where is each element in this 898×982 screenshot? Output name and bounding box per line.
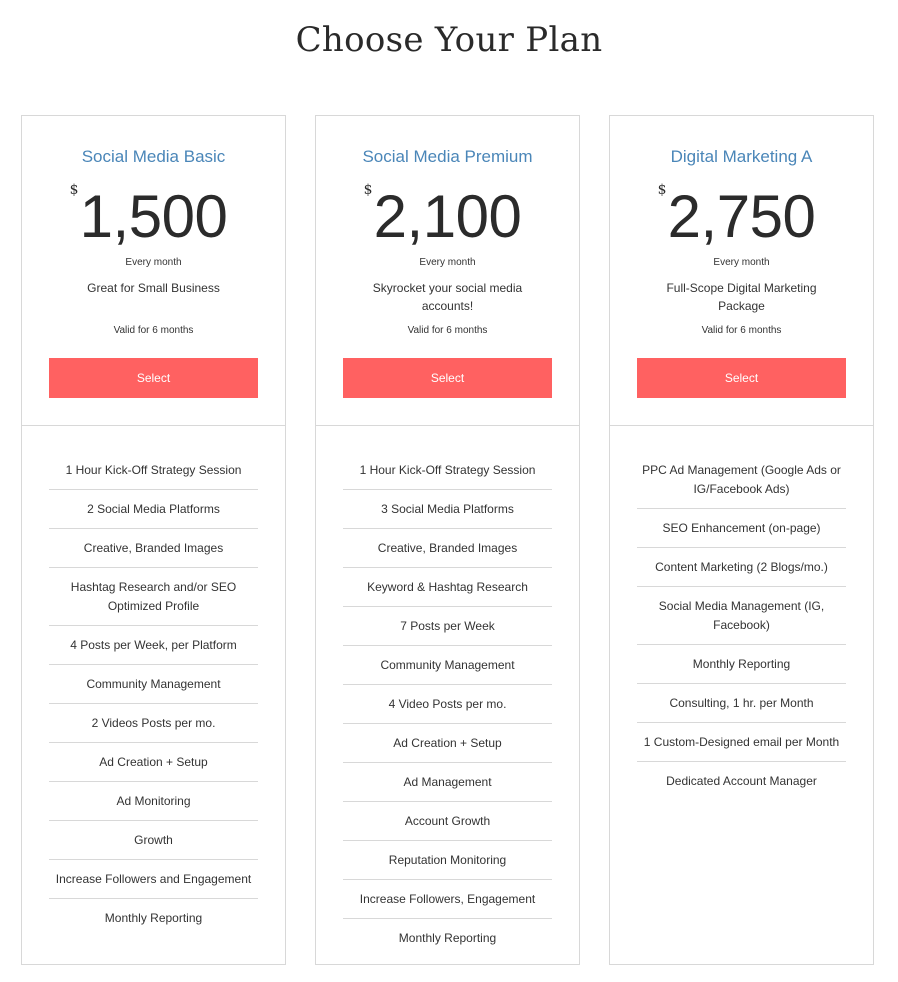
feature-item: SEO Enhancement (on-page) — [637, 509, 846, 548]
feature-item: PPC Ad Management (Google Ads or IG/Face… — [637, 451, 846, 509]
feature-list: 1 Hour Kick-Off Strategy Session 3 Social… — [316, 426, 579, 957]
feature-item: Ad Management — [343, 763, 552, 802]
feature-item: 7 Posts per Week — [343, 607, 552, 646]
feature-item: Creative, Branded Images — [343, 529, 552, 568]
feature-item: Social Media Management (IG, Facebook) — [637, 587, 846, 645]
plan-validity: Valid for 6 months — [701, 325, 782, 336]
feature-item: Content Marketing (2 Blogs/mo.) — [637, 548, 846, 587]
feature-item: Monthly Reporting — [637, 645, 846, 684]
feature-item: Ad Creation + Setup — [343, 724, 552, 763]
feature-list: 1 Hour Kick-Off Strategy Session 2 Social… — [22, 426, 285, 937]
plan-price: 2,750 — [667, 183, 816, 250]
feature-item: 4 Video Posts per mo. — [343, 685, 552, 724]
plan-name: Social Media Basic — [81, 147, 226, 166]
billing-period: Every month — [713, 257, 770, 268]
page-title: Choose Your Plan — [295, 20, 603, 60]
price-block: $ 2,100 — [316, 182, 579, 250]
feature-item: 1 Hour Kick-Off Strategy Session — [49, 451, 258, 490]
feature-item: Monthly Reporting — [398, 931, 497, 945]
feature-item: Community Management — [49, 665, 258, 704]
feature-item: Hashtag Research and/or SEO Optimized Pr… — [49, 568, 258, 626]
plan-card-social-media-basic: Social Media Basic $ 1,500 Every month G… — [21, 115, 286, 965]
plan-header: Social Media Basic $ 1,500 Every month G… — [22, 116, 285, 426]
plan-tagline: Skyrocket your social media accounts! — [372, 281, 523, 313]
plan-tagline: Great for Small Business — [87, 281, 220, 295]
currency-symbol: $ — [363, 182, 373, 198]
plan-card-digital-marketing-a: Digital Marketing A $ 2,750 Every month … — [609, 115, 874, 965]
feature-item: 2 Social Media Platforms — [49, 490, 258, 529]
billing-period: Every month — [125, 257, 182, 268]
billing-period: Every month — [419, 257, 476, 268]
price-block: $ 2,750 — [610, 182, 873, 250]
feature-item: 1 Hour Kick-Off Strategy Session — [343, 451, 552, 490]
feature-list: PPC Ad Management (Google Ads or IG/Face… — [610, 426, 873, 800]
currency-symbol: $ — [657, 182, 667, 198]
plan-price: 2,100 — [373, 183, 522, 250]
feature-item: Consulting, 1 hr. per Month — [637, 684, 846, 723]
feature-item: 4 Posts per Week, per Platform — [49, 626, 258, 665]
plan-name: Digital Marketing A — [670, 147, 813, 166]
feature-item: Monthly Reporting — [104, 911, 203, 925]
plan-card-social-media-premium: Social Media Premium $ 2,100 Every month… — [315, 115, 580, 965]
feature-item: 2 Videos Posts per mo. — [49, 704, 258, 743]
plan-tagline: Full-Scope Digital Marketing Package — [666, 281, 817, 313]
feature-item: Community Management — [343, 646, 552, 685]
plan-validity: Valid for 6 months — [113, 325, 194, 336]
feature-item: Reputation Monitoring — [343, 841, 552, 880]
feature-item: Ad Creation + Setup — [49, 743, 258, 782]
feature-item: 3 Social Media Platforms — [343, 490, 552, 529]
plan-validity: Valid for 6 months — [407, 325, 488, 336]
select-plan-button[interactable]: Select — [343, 358, 552, 398]
feature-item: Dedicated Account Manager — [666, 774, 817, 788]
feature-item: Keyword & Hashtag Research — [343, 568, 552, 607]
feature-item: Account Growth — [343, 802, 552, 841]
feature-item: Increase Followers and Engagement — [49, 860, 258, 899]
feature-item: Creative, Branded Images — [49, 529, 258, 568]
currency-symbol: $ — [69, 182, 79, 198]
select-plan-button[interactable]: Select — [637, 358, 846, 398]
feature-item: Ad Monitoring — [49, 782, 258, 821]
plan-name: Social Media Premium — [362, 147, 533, 166]
plan-header: Digital Marketing A $ 2,750 Every month … — [610, 116, 873, 426]
price-block: $ 1,500 — [22, 182, 285, 250]
plan-header: Social Media Premium $ 2,100 Every month… — [316, 116, 579, 426]
feature-item: Growth — [49, 821, 258, 860]
feature-item: Increase Followers, Engagement — [343, 880, 552, 919]
select-plan-button[interactable]: Select — [49, 358, 258, 398]
plan-price: 1,500 — [79, 183, 228, 250]
feature-item: 1 Custom-Designed email per Month — [637, 723, 846, 762]
